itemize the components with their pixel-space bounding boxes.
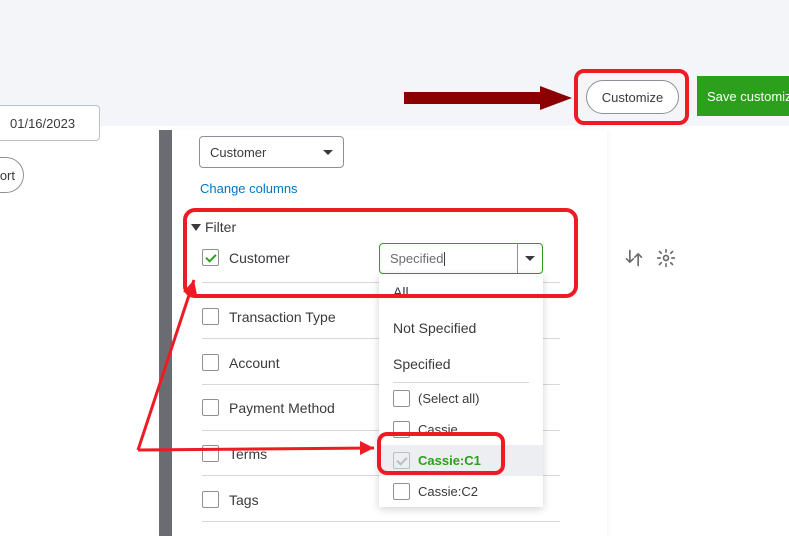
cassie-label: Cassie — [418, 422, 458, 437]
grouping-select[interactable]: Customer — [199, 136, 344, 168]
cassie-checkbox[interactable] — [393, 421, 410, 438]
filter-row-tags: Tags — [202, 491, 259, 508]
cassie-c2-label: Cassie:C2 — [418, 484, 478, 499]
option-select-all[interactable]: (Select all) — [379, 383, 543, 414]
run-report-button[interactable]: ort — [0, 157, 24, 193]
account-checkbox[interactable] — [202, 354, 219, 371]
payment-method-checkbox[interactable] — [202, 399, 219, 416]
report-action-icons — [624, 248, 676, 268]
run-report-label: ort — [0, 168, 15, 183]
option-not-specified[interactable]: Not Specified — [379, 310, 543, 346]
divider — [202, 521, 560, 522]
option-specified[interactable]: Specified — [379, 346, 543, 382]
grouping-value: Customer — [210, 145, 266, 160]
cassie-c1-checkbox[interactable] — [393, 452, 410, 469]
select-all-checkbox[interactable] — [393, 390, 410, 407]
change-columns-link[interactable]: Change columns — [200, 181, 298, 196]
transaction-type-checkbox[interactable] — [202, 308, 219, 325]
option-all[interactable]: All — [379, 274, 543, 310]
option-cassie[interactable]: Cassie — [379, 414, 543, 445]
chevron-down-icon — [323, 150, 333, 155]
tags-checkbox[interactable] — [202, 491, 219, 508]
payment-method-label: Payment Method — [229, 400, 335, 416]
account-label: Account — [229, 355, 280, 371]
customer-filter-value: Specified — [390, 251, 443, 266]
option-cassie-c1[interactable]: Cassie:C1 — [379, 445, 543, 476]
cassie-c1-label: Cassie:C1 — [418, 453, 481, 468]
option-cassie-c2[interactable]: Cassie:C2 — [379, 476, 543, 507]
terms-checkbox[interactable] — [202, 445, 219, 462]
filter-row-terms: Terms — [202, 445, 267, 462]
text-cursor — [444, 252, 445, 266]
save-customization-button[interactable]: Save customiza — [697, 76, 789, 116]
transaction-type-label: Transaction Type — [229, 309, 336, 325]
customize-button[interactable]: Customize — [586, 80, 679, 114]
customer-dropdown: All Not Specified Specified (Select all)… — [379, 274, 543, 507]
filter-section-toggle[interactable]: Filter — [191, 219, 236, 235]
cassie-c2-checkbox[interactable] — [393, 483, 410, 500]
customer-filter-dropdown-toggle[interactable] — [517, 243, 542, 273]
customer-filter-label: Customer — [229, 250, 290, 266]
date-input[interactable] — [0, 105, 100, 141]
select-all-label: (Select all) — [418, 391, 479, 406]
filter-section-label: Filter — [205, 219, 236, 235]
filter-row-payment-method: Payment Method — [202, 399, 335, 416]
gear-icon[interactable] — [656, 248, 676, 268]
filter-row-customer: Customer — [202, 249, 290, 266]
customize-label: Customize — [602, 90, 663, 105]
terms-label: Terms — [229, 446, 267, 462]
tags-label: Tags — [229, 492, 259, 508]
sort-icon[interactable] — [624, 248, 644, 268]
panel-resize-handle[interactable] — [159, 130, 172, 536]
triangle-down-icon — [191, 224, 201, 231]
save-customization-label: Save customiza — [707, 89, 789, 104]
filter-row-account: Account — [202, 354, 280, 371]
customer-checkbox[interactable] — [202, 249, 219, 266]
filter-row-transaction-type: Transaction Type — [202, 308, 336, 325]
chevron-down-icon — [525, 256, 535, 261]
